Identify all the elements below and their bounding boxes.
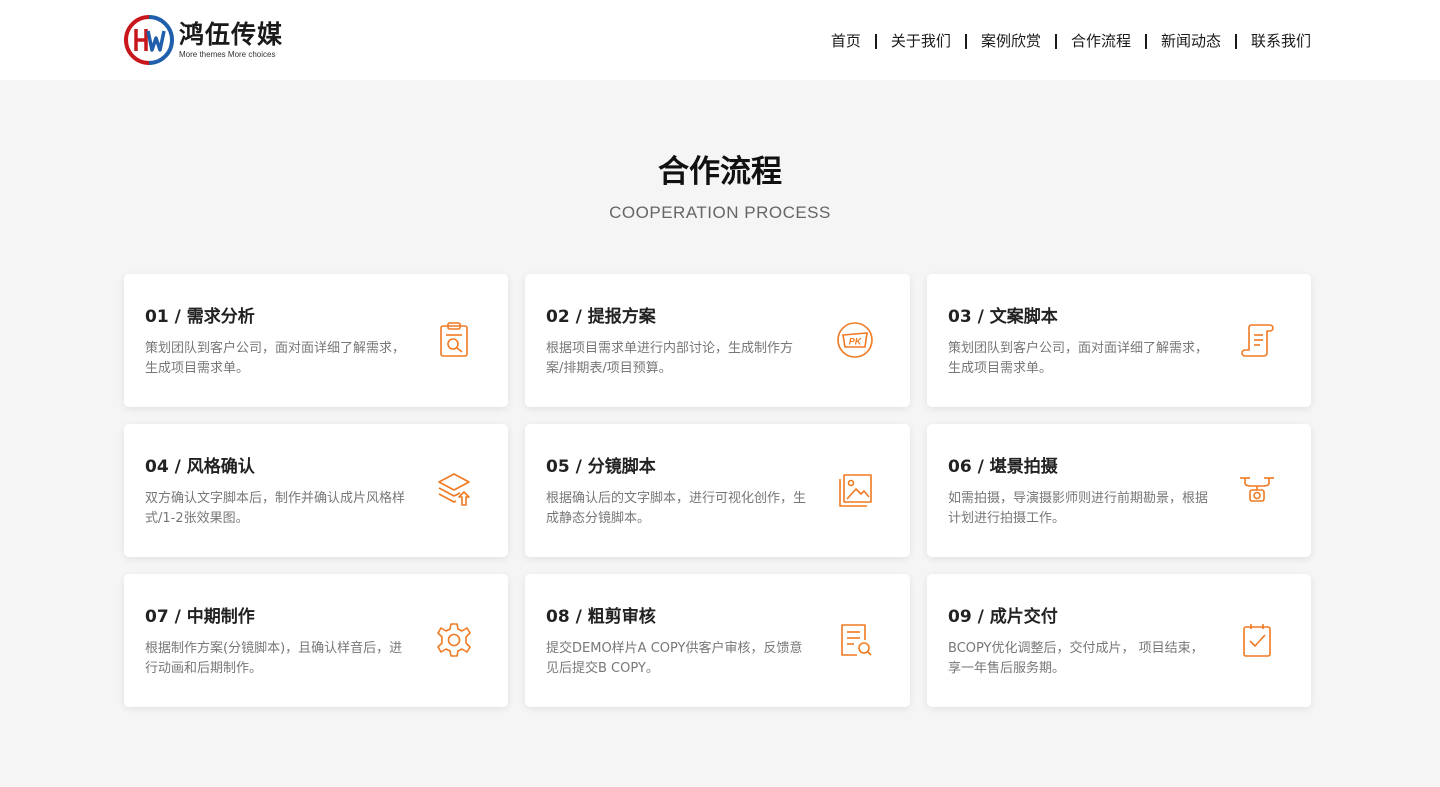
nav-cases[interactable]: 案例欣赏 — [981, 31, 1041, 51]
image-icon — [835, 470, 875, 510]
clipboard-search-icon — [434, 320, 474, 360]
card-title: 05 / 分镜脚本 — [546, 457, 656, 477]
nav-home[interactable]: 首页 — [831, 31, 861, 51]
pk-icon: PK — [835, 320, 875, 360]
process-card[interactable]: 09 / 成片交付 BCOPY优化调整后，交付成片， 项目结束，享一年售后服务期… — [927, 574, 1311, 707]
logo-name: 鸿伍传媒 — [179, 19, 284, 49]
card-description: 根据制作方案(分镜脚本)，且确认样音后，进行动画和后期制作。 — [145, 641, 403, 676]
process-card[interactable]: 07 / 中期制作 根据制作方案(分镜脚本)，且确认样音后，进行动画和后期制作。 — [124, 574, 508, 707]
process-card[interactable]: 03 / 文案脚本 策划团队到客户公司，面对面详细了解需求，生成项目需求单。 — [927, 274, 1311, 407]
card-description: 策划团队到客户公司，面对面详细了解需求，生成项目需求单。 — [145, 341, 406, 376]
nav-divider — [874, 33, 877, 49]
nav-divider — [1054, 33, 1057, 49]
process-card[interactable]: 02 / 提报方案 根据项目需求单进行内部讨论，生成制作方案/排期表/项目预算。… — [525, 274, 910, 407]
process-card[interactable]: 06 / 堪景拍摄 如需拍摄，导演摄影师则进行前期勘景，根据计划进行拍摄工作。 — [927, 424, 1311, 557]
site-header: 鸿伍传媒 More themes More choices 首页 关于我们 案例… — [0, 0, 1440, 80]
section-subtitle: COOPERATION PROCESS — [609, 203, 831, 222]
nav-divider — [1144, 33, 1147, 49]
card-description: 如需拍摄，导演摄影师则进行前期勘景，根据计划进行拍摄工作。 — [948, 491, 1209, 526]
card-description: 双方确认文字脚本后，制作并确认成片风格样式/1-2张效果图。 — [145, 491, 406, 526]
scroll-icon — [1237, 320, 1277, 360]
card-description: 提交DEMO样片A COPY供客户审核，反馈意见后提交B COPY。 — [546, 641, 803, 676]
svg-text:PK: PK — [849, 337, 863, 347]
card-description: BCOPY优化调整后，交付成片， 项目结束，享一年售后服务期。 — [948, 641, 1204, 676]
nav-divider — [1234, 33, 1237, 49]
card-title: 02 / 提报方案 — [546, 307, 656, 327]
process-card[interactable]: 01 / 需求分析 策划团队到客户公司，面对面详细了解需求，生成项目需求单。 — [124, 274, 508, 407]
process-card[interactable]: 04 / 风格确认 双方确认文字脚本后，制作并确认成片风格样式/1-2张效果图。 — [124, 424, 508, 557]
card-description: 策划团队到客户公司，面对面详细了解需求，生成项目需求单。 — [948, 341, 1209, 376]
card-description: 根据项目需求单进行内部讨论，生成制作方案/排期表/项目预算。 — [546, 341, 794, 376]
section-title: 合作流程 — [658, 154, 782, 190]
nav-process[interactable]: 合作流程 — [1071, 31, 1131, 51]
nav-contact[interactable]: 联系我们 — [1251, 31, 1311, 51]
layers-upload-icon — [434, 470, 474, 510]
nav-about[interactable]: 关于我们 — [891, 31, 951, 51]
hw-logo-icon — [124, 15, 174, 65]
card-description: 根据确认后的文字脚本，进行可视化创作，生成静态分镜脚本。 — [546, 491, 807, 526]
logo[interactable]: 鸿伍传媒 More themes More choices — [123, 14, 283, 66]
card-title: 06 / 堪景拍摄 — [948, 457, 1058, 477]
nav-news[interactable]: 新闻动态 — [1161, 31, 1221, 51]
card-title: 08 / 粗剪审核 — [546, 607, 656, 627]
document-search-icon — [835, 620, 875, 660]
nav-divider — [964, 33, 967, 49]
clipboard-check-icon — [1237, 620, 1277, 660]
process-grid: 01 / 需求分析 策划团队到客户公司，面对面详细了解需求，生成项目需求单。 0… — [124, 274, 1311, 707]
card-title: 09 / 成片交付 — [948, 607, 1058, 627]
process-card[interactable]: 05 / 分镜脚本 根据确认后的文字脚本，进行可视化创作，生成静态分镜脚本。 — [525, 424, 910, 557]
card-title: 03 / 文案脚本 — [948, 307, 1058, 327]
drone-icon — [1237, 470, 1277, 510]
gear-icon — [434, 620, 474, 660]
card-title: 07 / 中期制作 — [145, 607, 255, 627]
process-card[interactable]: 08 / 粗剪审核 提交DEMO样片A COPY供客户审核，反馈意见后提交B C… — [525, 574, 910, 707]
card-title: 01 / 需求分析 — [145, 307, 255, 327]
main-nav: 首页 关于我们 案例欣赏 合作流程 新闻动态 联系我们 — [831, 31, 1311, 51]
card-title: 04 / 风格确认 — [145, 457, 255, 477]
logo-slogan: More themes More choices — [179, 49, 276, 59]
